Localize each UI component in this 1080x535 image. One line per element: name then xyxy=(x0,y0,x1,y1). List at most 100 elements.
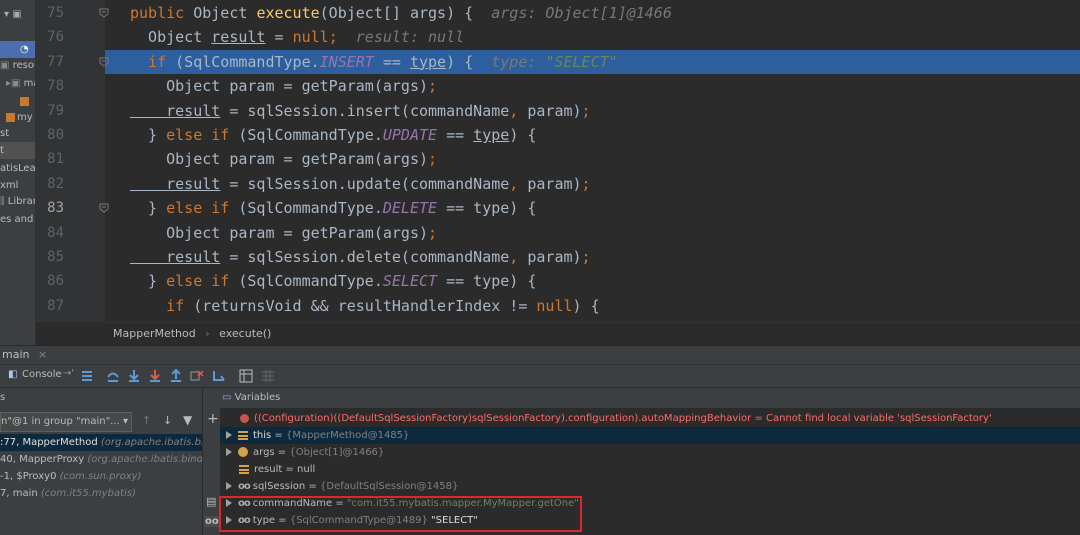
frame-row[interactable]: 7, main (com.it55.mybatis) xyxy=(0,485,202,502)
sidebar-item[interactable]: my xyxy=(6,109,33,126)
code-token: type xyxy=(473,126,510,144)
run-to-cursor-icon[interactable] xyxy=(212,369,226,383)
fold-marker-icon[interactable] xyxy=(99,8,109,18)
code-line[interactable]: Object result = null; result: null xyxy=(105,25,1080,49)
code-token: SELECT xyxy=(382,272,438,291)
debugger-tab-icon[interactable]: ◧ xyxy=(8,369,17,380)
sidebar-item[interactable]: ▸▣ ma xyxy=(6,75,35,92)
pin-icon[interactable]: →' xyxy=(63,368,74,379)
code-line[interactable]: public Object execute(Object[] args) { a… xyxy=(105,1,1080,25)
line-number: 86 xyxy=(47,273,64,290)
code-editor[interactable]: public Object execute(Object[] args) { a… xyxy=(105,0,1080,322)
sidebar-item[interactable]: atisLear xyxy=(0,160,35,177)
debug-title-bar: main × xyxy=(0,345,1080,365)
next-frame-icon[interactable]: ↓ xyxy=(163,414,172,427)
highlight-box xyxy=(219,496,582,532)
code-token: (SqlCommandType. xyxy=(238,272,383,291)
add-watch-icon[interactable]: + xyxy=(207,411,219,427)
sidebar-item[interactable]: xml xyxy=(0,177,18,194)
line-number: 78 xyxy=(47,78,64,95)
sidebar-item[interactable]: ▣ resou xyxy=(0,57,35,74)
console-tab[interactable]: Console xyxy=(22,369,62,380)
watch-icon: oo xyxy=(238,481,251,492)
code-token: (SqlCommandType. xyxy=(238,199,383,218)
code-token: } xyxy=(130,199,167,218)
sidebar-item[interactable]: ⫼ Librari xyxy=(0,193,35,210)
local-variable-icon xyxy=(239,464,249,474)
variable-row[interactable]: this = {MapperMethod@1485} xyxy=(220,427,1080,444)
code-token: = sqlSession.insert(commandName xyxy=(220,101,510,120)
code-line[interactable]: } else if (SqlCommandType.DELETE == type… xyxy=(105,196,1080,220)
debug-session-title[interactable]: main xyxy=(2,348,29,361)
expand-arrow-icon[interactable] xyxy=(226,431,232,439)
line-number: 83 xyxy=(47,200,64,217)
code-token: else if xyxy=(166,272,239,291)
frame-row[interactable]: :77, MapperMethod (org.apache.ibatis.bin… xyxy=(0,434,202,451)
code-line[interactable]: if (SqlCommandType.INSERT == type) { typ… xyxy=(105,49,1080,74)
previous-frame-icon[interactable]: ↑ xyxy=(142,414,151,427)
step-out-icon[interactable] xyxy=(169,369,183,383)
line-number: 79 xyxy=(47,102,64,119)
code-token: = sqlSession.update(commandName xyxy=(220,174,510,193)
code-token: ; xyxy=(581,101,591,120)
code-token: = xyxy=(265,28,293,47)
breadcrumb-method[interactable]: execute() xyxy=(219,327,271,340)
folder-icon: ▣ xyxy=(0,60,13,71)
code-line[interactable]: } else if (SqlCommandType.UPDATE == type… xyxy=(105,123,1080,147)
code-token: Object xyxy=(193,4,257,22)
code-token: ; xyxy=(581,174,591,193)
variable-row[interactable]: oo sqlSession = {DefaultSqlSession@1458} xyxy=(220,478,1080,495)
code-token: result xyxy=(211,28,266,47)
show-execution-point-icon[interactable] xyxy=(80,369,94,383)
expand-arrow-icon[interactable] xyxy=(226,448,232,456)
code-token: ; xyxy=(428,223,438,242)
evaluate-expression-icon[interactable] xyxy=(239,369,253,383)
sidebar-item[interactable]: t xyxy=(0,142,35,159)
variable-row[interactable]: args = {Object[1]@1466} xyxy=(220,444,1080,461)
fold-marker-icon[interactable] xyxy=(99,57,109,67)
code-token: null xyxy=(536,296,573,315)
frame-row[interactable]: 40, MapperProxy (org.apache.ibatis.bindi… xyxy=(0,451,202,468)
watches-toggle-icon[interactable]: oo xyxy=(204,516,220,527)
step-into-icon[interactable] xyxy=(127,369,141,383)
expand-arrow-icon[interactable] xyxy=(226,482,232,490)
variable-row[interactable]: result = null xyxy=(220,461,1080,478)
variable-row[interactable]: ((Configuration)((DefaultSqlSessionFacto… xyxy=(220,410,1080,427)
chevron-right-icon: › xyxy=(205,327,210,340)
code-line[interactable]: Object param = getParam(args); xyxy=(105,147,1080,171)
code-token: param) xyxy=(527,248,582,266)
code-token: INSERT xyxy=(319,52,374,71)
code-token: param) xyxy=(527,174,582,193)
code-token: = sqlSession.delete(commandName xyxy=(220,248,510,266)
code-token: , xyxy=(509,101,528,120)
sidebar-item[interactable]: es and C xyxy=(0,211,35,228)
close-icon[interactable]: × xyxy=(38,348,47,361)
sidebar-item[interactable]: st xyxy=(0,125,9,142)
sidebar-selected-item[interactable]: ◔ xyxy=(0,41,35,58)
force-step-into-icon[interactable] xyxy=(148,369,162,383)
code-line[interactable]: Object param = getParam(args); xyxy=(105,221,1080,245)
code-token: "SELECT" xyxy=(545,52,618,71)
code-line[interactable]: result = sqlSession.delete(commandName, … xyxy=(105,245,1080,269)
code-line[interactable]: result = sqlSession.update(commandName, … xyxy=(105,172,1080,196)
layout-icon[interactable] xyxy=(261,369,275,383)
code-line[interactable]: Object param = getParam(args); xyxy=(105,74,1080,98)
copy-icon[interactable]: ▤ xyxy=(206,495,216,508)
chevron-down-icon[interactable]: ▾ ▣ xyxy=(4,6,22,23)
debug-toolbar: ◧ Console →' xyxy=(0,364,1080,388)
code-line[interactable]: if (returnsVoid && resultHandlerIndex !=… xyxy=(105,294,1080,318)
code-token: } xyxy=(130,126,167,144)
thread-selector[interactable]: n"@1 in group "main"... ▾ xyxy=(0,412,132,432)
fold-marker-icon[interactable] xyxy=(99,203,109,213)
frame-row[interactable]: -1, $Proxy0 (com.sun.proxy) xyxy=(0,468,202,485)
code-token: ; xyxy=(428,150,438,169)
code-token: result xyxy=(130,174,221,193)
breadcrumb-class[interactable]: MapperMethod xyxy=(113,327,196,340)
step-over-icon[interactable] xyxy=(106,369,120,383)
drop-frame-icon[interactable] xyxy=(190,369,204,383)
code-token: ; xyxy=(328,28,356,47)
sidebar-item[interactable] xyxy=(20,93,31,110)
code-line[interactable]: } else if (SqlCommandType.SELECT == type… xyxy=(105,269,1080,293)
code-line[interactable]: result = sqlSession.insert(commandName, … xyxy=(105,99,1080,123)
filter-icon[interactable]: ▼ xyxy=(183,413,192,427)
